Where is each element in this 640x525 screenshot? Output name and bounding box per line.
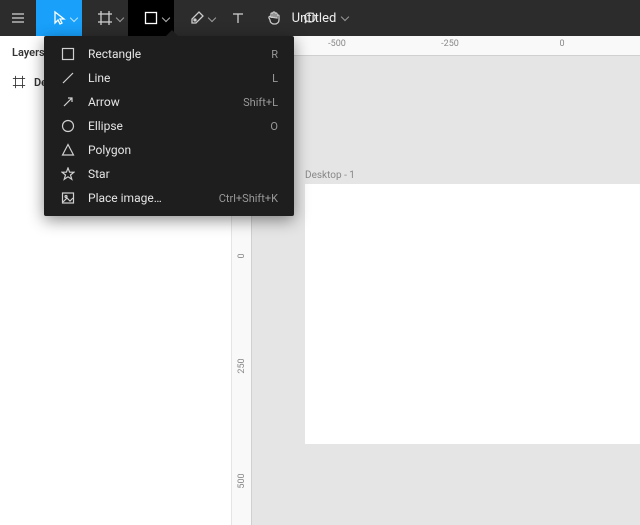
menu-label: Line <box>88 71 260 85</box>
menu-item-rectangle[interactable]: Rectangle R <box>44 42 294 66</box>
menu-shortcut: R <box>271 48 278 61</box>
ruler-tick: -250 <box>441 39 459 49</box>
comment-icon <box>302 10 318 26</box>
text-tool[interactable] <box>220 0 256 36</box>
image-icon <box>61 191 75 205</box>
ruler-tick: 0 <box>559 39 564 49</box>
pen-tool[interactable] <box>174 0 220 36</box>
menu-label: Star <box>88 167 266 181</box>
menu-shortcut: Shift+L <box>243 96 278 109</box>
frame-label[interactable]: Desktop - 1 <box>305 170 355 181</box>
arrow-icon <box>61 95 75 109</box>
frame-tool[interactable] <box>82 0 128 36</box>
menu-label: Ellipse <box>88 119 258 133</box>
text-icon <box>230 10 246 26</box>
menu-button[interactable] <box>0 0 36 36</box>
menu-label: Rectangle <box>88 47 259 61</box>
chevron-down-icon <box>116 14 124 22</box>
menu-item-line[interactable]: Line L <box>44 66 294 90</box>
menu-label: Arrow <box>88 95 231 109</box>
frame-desktop-1[interactable] <box>305 184 640 444</box>
ruler-tick: 0 <box>237 253 247 258</box>
frame-icon <box>12 75 26 89</box>
rectangle-icon <box>143 10 159 26</box>
ellipse-icon <box>61 119 75 133</box>
menu-item-arrow[interactable]: Arrow Shift+L <box>44 90 294 114</box>
canvas-viewport[interactable]: Desktop - 1 <box>252 56 640 525</box>
chevron-down-icon <box>341 13 349 21</box>
chevron-down-icon <box>208 14 216 22</box>
polygon-icon <box>61 143 75 157</box>
chevron-down-icon <box>162 14 170 22</box>
menu-shortcut: L <box>272 72 278 85</box>
menu-label: Place image… <box>88 191 207 205</box>
frame-icon <box>97 10 113 26</box>
menu-item-ellipse[interactable]: Ellipse O <box>44 114 294 138</box>
move-tool[interactable] <box>36 0 82 36</box>
menu-shortcut: Ctrl+Shift+K <box>219 192 278 205</box>
cursor-icon <box>51 10 67 26</box>
hand-tool[interactable] <box>256 0 292 36</box>
main-toolbar: Untitled <box>0 0 640 36</box>
menu-item-polygon[interactable]: Polygon <box>44 138 294 162</box>
menu-shortcut: O <box>270 120 278 133</box>
hand-icon <box>266 10 282 26</box>
menu-label: Polygon <box>88 143 266 157</box>
star-icon <box>61 167 75 181</box>
ruler-tick: 250 <box>237 358 247 373</box>
menu-item-place-image[interactable]: Place image… Ctrl+Shift+K <box>44 186 294 210</box>
line-icon <box>61 71 75 85</box>
pen-icon <box>189 10 205 26</box>
ruler-tick: -500 <box>328 39 346 49</box>
comment-tool[interactable] <box>292 0 328 36</box>
ruler-tick: 500 <box>237 473 247 488</box>
chevron-down-icon <box>70 14 78 22</box>
shape-menu: Rectangle R Line L Arrow Shift+L Ellipse… <box>44 36 294 216</box>
hamburger-icon <box>10 10 26 26</box>
rectangle-icon <box>61 47 75 61</box>
menu-item-star[interactable]: Star <box>44 162 294 186</box>
